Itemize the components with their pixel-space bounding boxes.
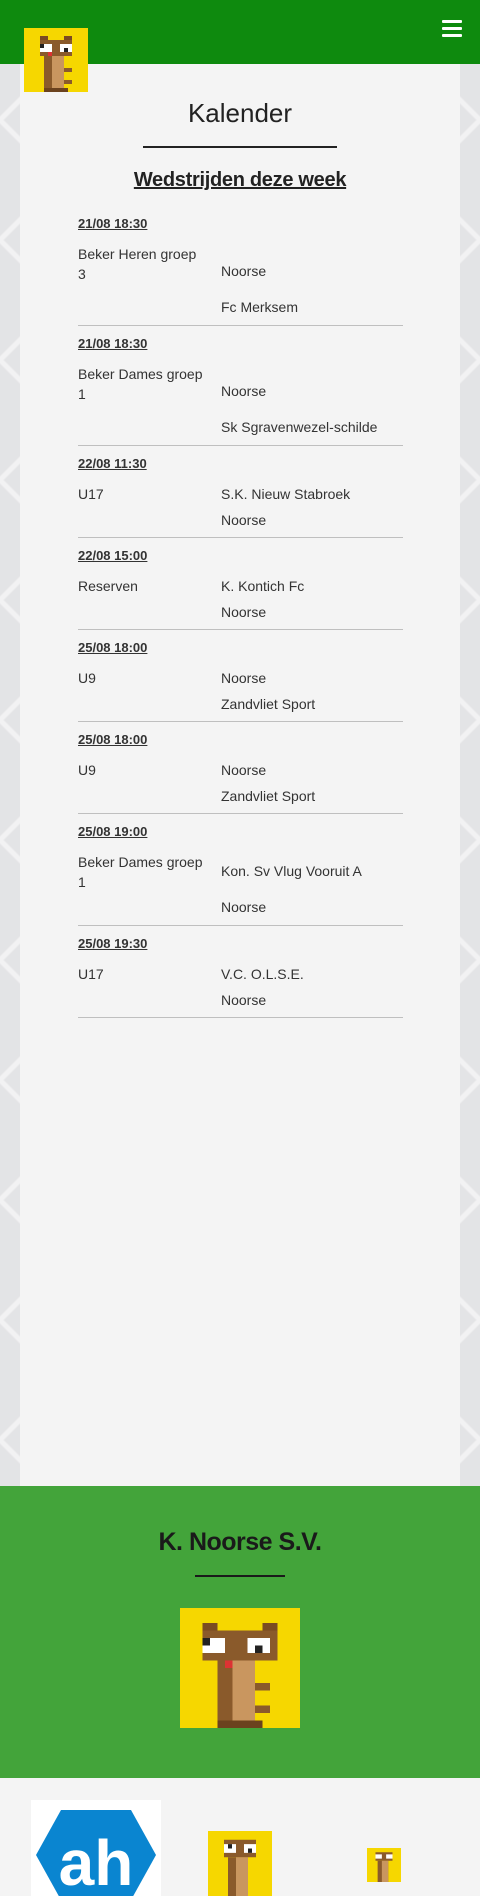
match-competition: Beker Dames groep 1 [78, 366, 203, 402]
match-datetime[interactable]: 25/08 19:00 [78, 822, 403, 850]
match-home-team: S.K. Nieuw Stabroek [221, 486, 351, 502]
bear-mascot-icon [224, 1839, 256, 1896]
match-away-team: Noorse [221, 899, 267, 915]
club-footer: K. Noorse S.V. [0, 1486, 480, 1778]
ah-logo-icon: ah [36, 1810, 156, 1896]
match-competition: Beker Dames groep 1 [78, 854, 203, 890]
match-datetime[interactable]: 22/08 15:00 [78, 546, 403, 574]
match-datetime[interactable]: 25/08 18:00 [78, 638, 403, 666]
match-item[interactable]: 25/08 19:30 U17 V.C. O.L.S.E. Noorse [78, 934, 403, 1018]
match-item[interactable]: 21/08 18:30 Beker Heren groep 3 Noorse F… [78, 214, 403, 326]
match-competition: Reserven [78, 578, 138, 594]
club-logo-large [180, 1608, 300, 1728]
match-home-team: Noorse [221, 670, 267, 686]
match-away-team: Sk Sgravenwezel-schilde [221, 419, 378, 435]
sponsor-bar: ah [0, 1778, 480, 1896]
match-home-team: Noorse [221, 383, 267, 399]
match-away-team: Noorse [221, 604, 267, 620]
club-name: K. Noorse S.V. [158, 1528, 322, 1556]
sponsor-club-logo-small[interactable] [367, 1848, 401, 1882]
match-competition: U9 [78, 762, 96, 778]
match-list: 21/08 18:30 Beker Heren groep 3 Noorse F… [78, 214, 403, 1018]
match-competition: Beker Heren groep 3 [78, 246, 197, 282]
match-home-team: K. Kontich Fc [221, 578, 305, 594]
match-datetime[interactable]: 21/08 18:30 [78, 334, 403, 362]
match-away-team: Noorse [221, 992, 267, 1008]
match-item[interactable]: 25/08 19:00 Beker Dames groep 1 Kon. Sv … [78, 822, 403, 926]
bear-mascot-icon [375, 1852, 393, 1882]
match-item[interactable]: 22/08 11:30 U17 S.K. Nieuw Stabroek Noor… [78, 454, 403, 538]
match-item[interactable]: 25/08 18:00 U9 Noorse Zandvliet Sport [78, 730, 403, 814]
club-logo[interactable] [24, 28, 88, 92]
match-datetime[interactable]: 21/08 18:30 [78, 214, 403, 242]
match-home-team: V.C. O.L.S.E. [221, 966, 304, 982]
sponsor-club-logo[interactable] [208, 1831, 272, 1896]
match-item[interactable]: 22/08 15:00 Reserven K. Kontich Fc Noors… [78, 546, 403, 630]
section-title[interactable]: Wedstrijden deze week [20, 169, 460, 192]
main-content: Kalender Wedstrijden deze week 21/08 18:… [20, 64, 460, 1486]
match-home-team: Kon. Sv Vlug Vooruit A [221, 863, 362, 879]
match-away-team: Noorse [221, 512, 267, 528]
hamburger-menu-icon[interactable] [442, 20, 462, 38]
match-datetime[interactable]: 25/08 18:00 [78, 730, 403, 758]
match-competition: U9 [78, 670, 96, 686]
match-datetime[interactable]: 22/08 11:30 [78, 454, 403, 482]
match-home-team: Noorse [221, 762, 267, 778]
title-divider [143, 146, 337, 148]
bear-mascot-icon [40, 36, 72, 92]
match-datetime[interactable]: 25/08 19:30 [78, 934, 403, 962]
match-away-team: Zandvliet Sport [221, 788, 316, 804]
club-name-divider [195, 1575, 285, 1577]
match-item[interactable]: 25/08 18:00 U9 Noorse Zandvliet Sport [78, 638, 403, 722]
svg-text:ah: ah [59, 1827, 134, 1896]
match-item[interactable]: 21/08 18:30 Beker Dames groep 1 Noorse S… [78, 334, 403, 446]
page-title: Kalender [187, 98, 293, 128]
match-home-team: Noorse [221, 263, 267, 279]
bear-mascot-icon [202, 1623, 278, 1728]
match-competition: U17 [78, 966, 104, 982]
match-away-team: Fc Merksem [221, 299, 298, 315]
match-away-team: Zandvliet Sport [221, 696, 316, 712]
match-competition: U17 [78, 486, 104, 502]
sponsor-ah[interactable]: ah [31, 1800, 161, 1896]
